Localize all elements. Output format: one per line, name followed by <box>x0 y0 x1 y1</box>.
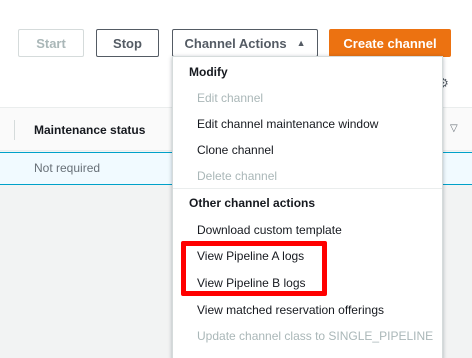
menu-group-other-actions: Other channel actions <box>189 196 316 210</box>
sort-icon[interactable]: ▽ <box>450 123 458 134</box>
channel-actions-button[interactable]: Channel Actions ▲ <box>172 29 318 57</box>
maintenance-status-cell: Not required <box>34 161 101 175</box>
menu-item-delete-channel[interactable]: Delete channel <box>197 169 277 183</box>
menu-item-edit-channel[interactable]: Edit channel <box>197 91 263 105</box>
menu-item-download-template[interactable]: Download custom template <box>197 223 342 237</box>
menu-item-view-reservation-offerings[interactable]: View matched reservation offerings <box>197 303 384 317</box>
menu-item-clone-channel[interactable]: Clone channel <box>197 143 274 157</box>
highlight-box <box>181 241 327 296</box>
menu-group-modify: Modify <box>189 65 228 79</box>
channel-actions-label: Channel Actions <box>184 35 287 51</box>
create-channel-button[interactable]: Create channel <box>329 29 451 57</box>
maintenance-status-header[interactable]: Maintenance status <box>34 123 145 137</box>
menu-divider <box>173 188 442 189</box>
menu-item-update-channel-class[interactable]: Update channel class to SINGLE_PIPELINE <box>197 329 433 343</box>
channel-actions-menu: Modify Edit channel Edit channel mainten… <box>172 56 443 358</box>
column-separator <box>14 120 15 140</box>
menu-item-edit-maintenance-window[interactable]: Edit channel maintenance window <box>197 117 378 131</box>
stop-button[interactable]: Stop <box>96 29 159 57</box>
caret-up-icon: ▲ <box>296 38 306 48</box>
start-button[interactable]: Start <box>18 29 84 57</box>
